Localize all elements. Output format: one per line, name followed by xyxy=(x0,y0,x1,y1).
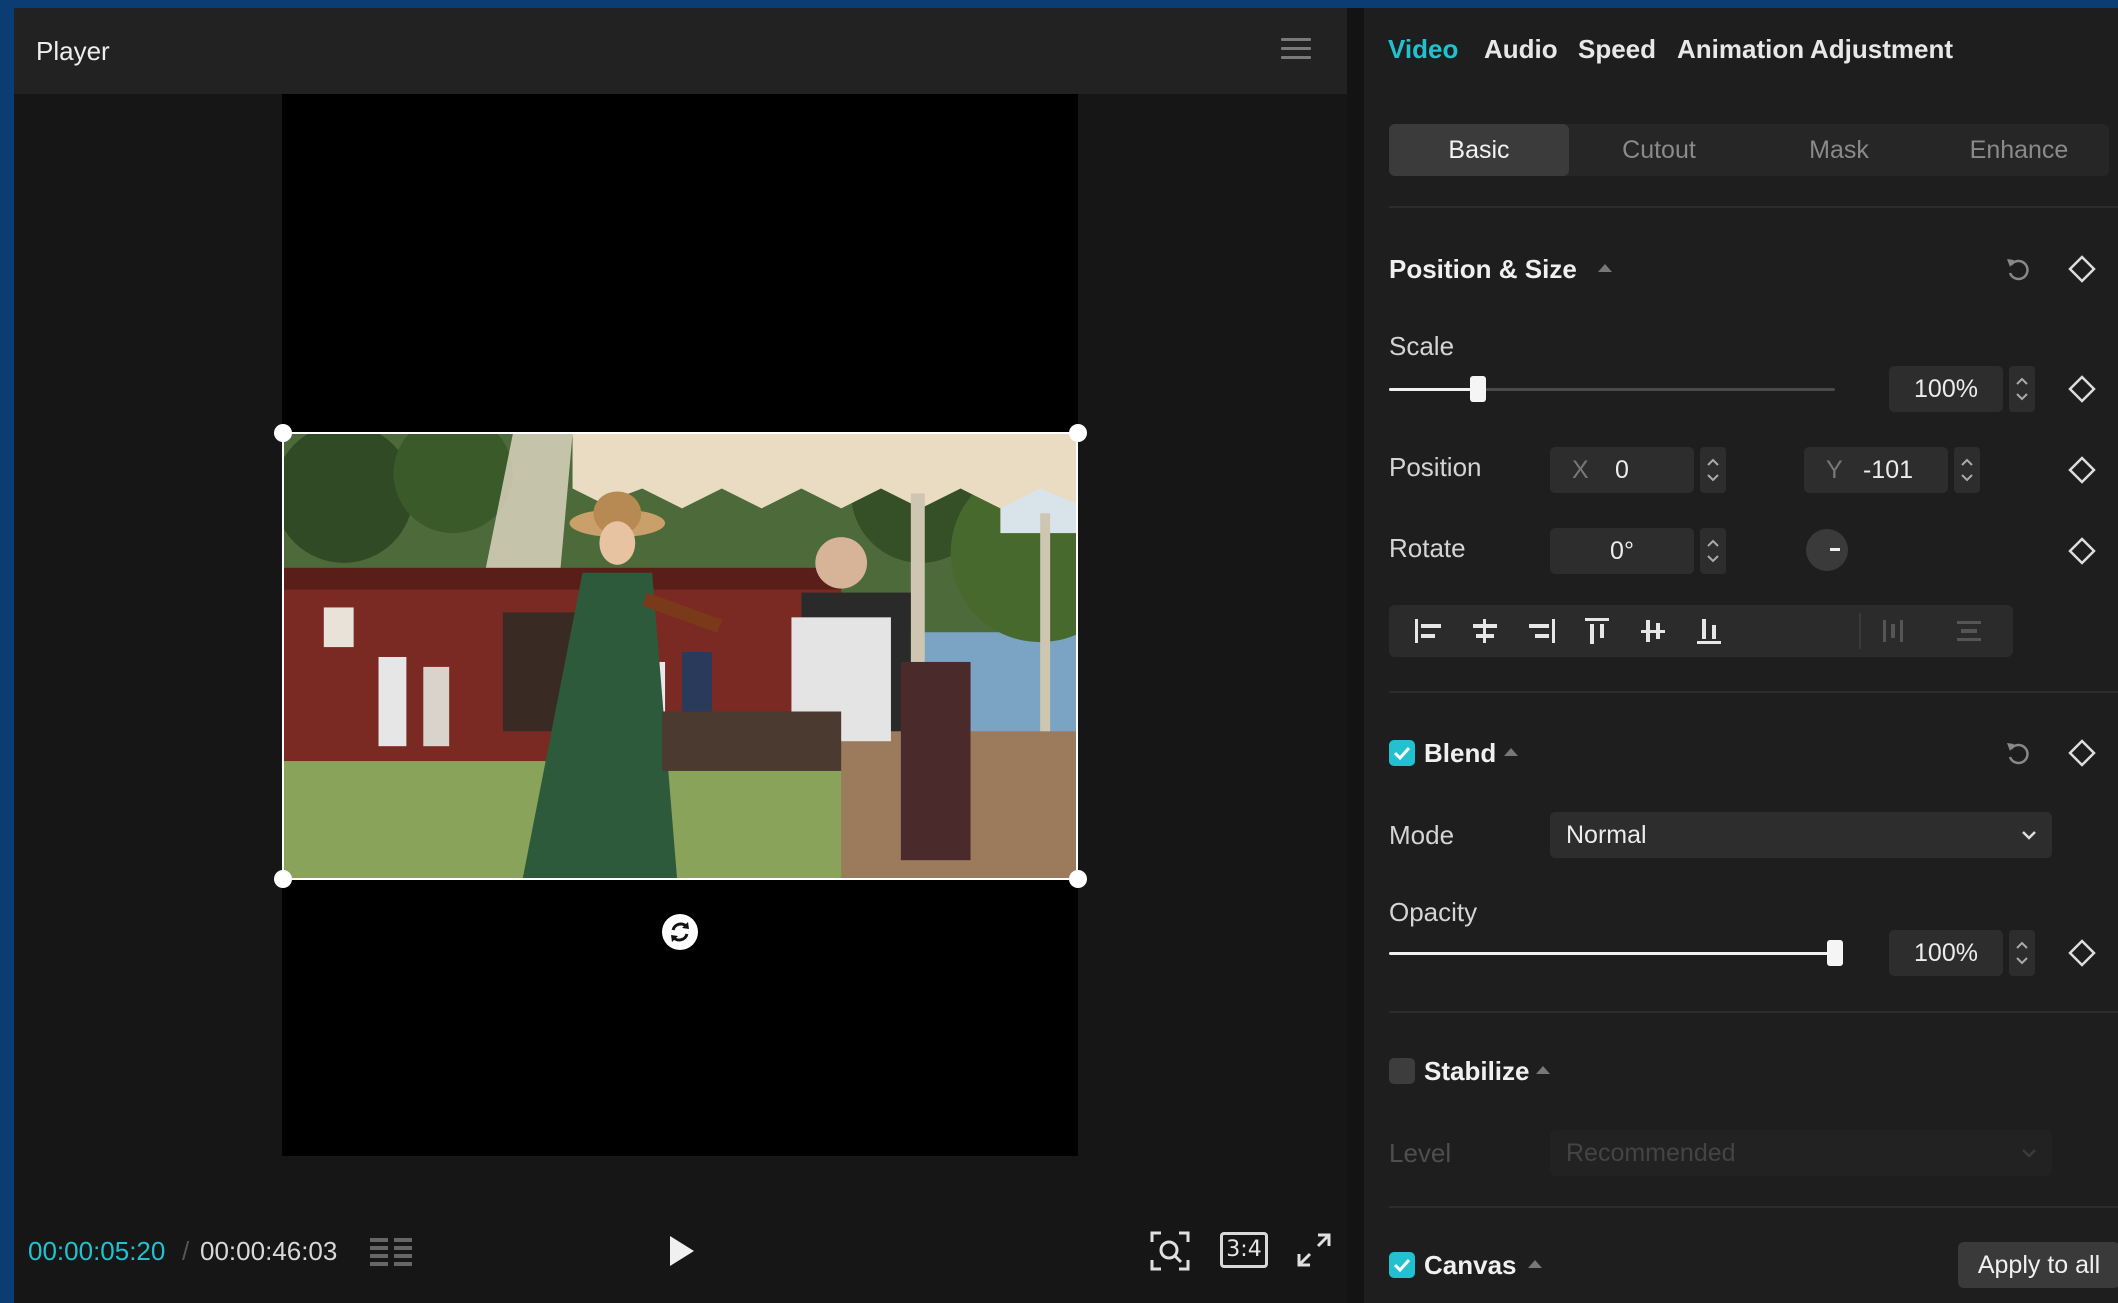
scale-input[interactable]: 100% xyxy=(1889,366,2003,412)
chevron-down-icon xyxy=(2022,831,2036,840)
divider xyxy=(1389,691,2118,693)
player-panel: Player 00:00:05:20 / 00:00:46:03 3:4 xyxy=(14,8,1347,1303)
distribute-horizontal-icon[interactable] xyxy=(1875,615,1911,647)
canvas-checkbox[interactable] xyxy=(1389,1252,1415,1278)
tab-animation[interactable]: Animation xyxy=(1677,34,1804,65)
rotate-keyframe-icon[interactable] xyxy=(2067,536,2097,566)
collapse-caret-icon[interactable] xyxy=(1528,1260,1542,1268)
divider xyxy=(1389,1206,2118,1208)
mode-label: Mode xyxy=(1389,820,1455,850)
section-title-canvas[interactable]: Canvas xyxy=(1424,1250,1517,1281)
player-header: Player xyxy=(14,8,1347,94)
tab-video[interactable]: Video xyxy=(1388,34,1458,65)
alignment-divider xyxy=(1859,613,1861,649)
keyframe-icon[interactable] xyxy=(2067,254,2097,284)
position-x-stepper-icon[interactable] xyxy=(1700,447,1726,493)
video-clip-frame[interactable] xyxy=(282,432,1078,880)
properties-panel: Video Audio Speed Animation Adjustment B… xyxy=(1364,8,2118,1303)
resize-handle-top-right[interactable] xyxy=(1069,424,1087,442)
blend-checkbox[interactable] xyxy=(1389,740,1415,766)
opacity-slider[interactable] xyxy=(1389,940,1843,966)
opacity-stepper-icon[interactable] xyxy=(2009,930,2035,976)
align-top-icon[interactable] xyxy=(1579,615,1615,647)
collapse-caret-icon[interactable] xyxy=(1536,1066,1550,1074)
blend-mode-select[interactable]: Normal xyxy=(1550,812,2052,858)
alignment-toolbar xyxy=(1389,605,2013,657)
distribute-vertical-icon[interactable] xyxy=(1951,615,1987,647)
zoom-fit-icon[interactable] xyxy=(1149,1230,1191,1272)
divider xyxy=(1389,206,2118,208)
reset-icon[interactable] xyxy=(2004,738,2034,768)
scale-slider[interactable] xyxy=(1389,376,1835,402)
scale-slider-thumb[interactable] xyxy=(1470,376,1487,402)
position-y-stepper-icon[interactable] xyxy=(1954,447,1980,493)
section-title-position-size[interactable]: Position & Size xyxy=(1389,254,1577,285)
subtab-basic[interactable]: Basic xyxy=(1389,124,1569,176)
opacity-label: Opacity xyxy=(1389,897,1478,927)
align-center-horizontal-icon[interactable] xyxy=(1467,615,1503,647)
position-x-input[interactable]: X 0 xyxy=(1550,447,1694,493)
subtab-enhance[interactable]: Enhance xyxy=(1929,124,2109,176)
app-window: Player 00:00:05:20 / 00:00:46:03 3:4 Vid… xyxy=(14,8,2118,1303)
tab-adjustment[interactable]: Adjustment xyxy=(1810,34,1953,65)
subtab-bar: Basic Cutout Mask Enhance xyxy=(1389,124,2109,176)
align-right-icon[interactable] xyxy=(1523,615,1559,647)
collapse-caret-icon[interactable] xyxy=(1598,264,1612,272)
scale-keyframe-icon[interactable] xyxy=(2067,374,2097,404)
tab-speed[interactable]: Speed xyxy=(1578,34,1656,65)
opacity-slider-thumb[interactable] xyxy=(1827,940,1843,966)
video-frame-image xyxy=(284,434,1076,878)
position-label: Position xyxy=(1389,452,1482,482)
stabilize-level-select: Recommended xyxy=(1550,1130,2052,1176)
collapse-caret-icon[interactable] xyxy=(1504,748,1518,756)
section-title-stabilize[interactable]: Stabilize xyxy=(1424,1056,1529,1087)
rotate-handle-icon[interactable] xyxy=(662,914,698,950)
menu-icon[interactable] xyxy=(1281,38,1311,60)
timeline-grid-icon[interactable] xyxy=(368,1234,416,1270)
scale-label: Scale xyxy=(1389,331,1455,361)
total-time: 00:00:46:03 xyxy=(200,1236,338,1266)
opacity-input[interactable]: 100% xyxy=(1889,930,2003,976)
apply-to-all-button[interactable]: Apply to all xyxy=(1958,1242,2118,1288)
divider xyxy=(1389,1011,2118,1013)
time-separator: / xyxy=(182,1236,190,1266)
subtab-mask[interactable]: Mask xyxy=(1749,124,1929,176)
rotate-input[interactable]: 0° xyxy=(1550,528,1694,574)
align-left-icon[interactable] xyxy=(1411,615,1447,647)
position-keyframe-icon[interactable] xyxy=(2067,455,2097,485)
subtab-cutout[interactable]: Cutout xyxy=(1569,124,1749,176)
rotate-label: Rotate xyxy=(1389,533,1466,563)
stabilize-checkbox[interactable] xyxy=(1389,1058,1415,1084)
resize-handle-bottom-left[interactable] xyxy=(274,870,292,888)
resize-handle-bottom-right[interactable] xyxy=(1069,870,1087,888)
current-time: 00:00:05:20 xyxy=(28,1236,166,1266)
player-title: Player xyxy=(36,36,110,66)
play-icon[interactable] xyxy=(666,1234,696,1268)
resize-handle-top-left[interactable] xyxy=(274,424,292,442)
opacity-keyframe-icon[interactable] xyxy=(2067,938,2097,968)
section-title-blend[interactable]: Blend xyxy=(1424,738,1496,769)
aspect-ratio-button[interactable]: 3:4 xyxy=(1220,1232,1268,1268)
rotate-stepper-icon[interactable] xyxy=(1700,528,1726,574)
keyframe-icon[interactable] xyxy=(2067,738,2097,768)
chevron-down-icon xyxy=(2022,1149,2036,1158)
align-center-vertical-icon[interactable] xyxy=(1635,615,1671,647)
scale-stepper-icon[interactable] xyxy=(2009,366,2035,412)
main-tabs: Video Audio Speed Animation Adjustment xyxy=(1364,8,2118,94)
position-y-input[interactable]: Y -101 xyxy=(1804,447,1948,493)
tab-audio[interactable]: Audio xyxy=(1484,34,1558,65)
align-bottom-icon[interactable] xyxy=(1691,615,1727,647)
scale-slider-fill xyxy=(1389,388,1479,391)
rotation-dial[interactable] xyxy=(1806,529,1848,571)
level-label: Level xyxy=(1389,1138,1452,1168)
opacity-slider-fill xyxy=(1389,952,1835,955)
fullscreen-icon[interactable] xyxy=(1296,1232,1332,1268)
reset-icon[interactable] xyxy=(2004,254,2034,284)
